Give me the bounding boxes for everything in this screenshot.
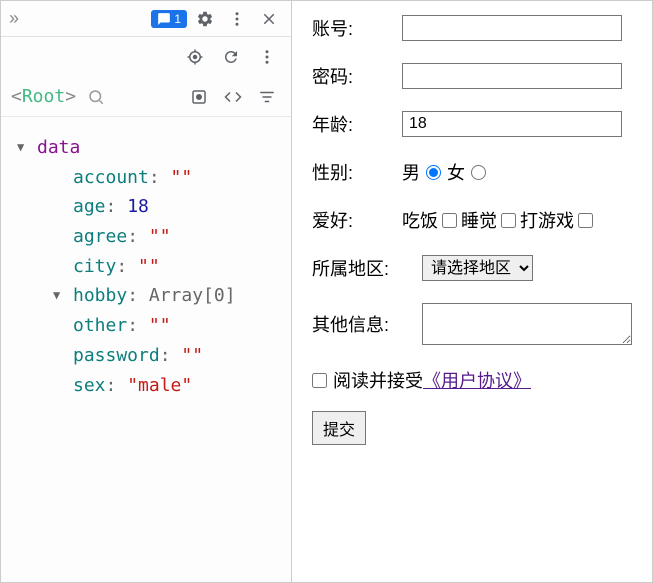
hobby-checkbox-group: 吃饭 睡觉 打游戏 — [402, 207, 593, 233]
tree-prop-sex[interactable]: sex: "male" — [73, 371, 281, 401]
more-tabs-chevron[interactable]: » — [9, 8, 19, 29]
hobby-sleep-label: 睡觉 — [461, 207, 497, 233]
devtools-toolbar-top: » 1 — [1, 1, 291, 37]
password-label: 密码: — [312, 63, 402, 89]
root-component-label[interactable]: <Root> — [11, 86, 76, 107]
hobby-game-label: 打游戏 — [520, 207, 574, 233]
password-input[interactable] — [402, 63, 622, 89]
hobby-eat-label: 吃饭 — [402, 207, 438, 233]
tree-data-node[interactable]: ▼ data — [17, 133, 281, 163]
devtools-toolbar-second — [1, 37, 291, 77]
settings-icon[interactable] — [191, 5, 219, 33]
region-label: 所属地区: — [312, 255, 422, 281]
sex-male-radio[interactable] — [426, 165, 441, 180]
tree-prop-hobby[interactable]: ▼ hobby: Array[0] — [53, 281, 281, 311]
tree-prop-password[interactable]: password: "" — [73, 341, 281, 371]
locate-icon[interactable] — [181, 43, 209, 71]
agree-checkbox[interactable] — [312, 373, 327, 388]
devtools-component-bar: <Root> — [1, 77, 291, 117]
age-input[interactable] — [402, 111, 622, 137]
other-row: 其他信息: — [312, 303, 632, 345]
agree-row: 阅读并接受 《用户协议》 — [312, 367, 632, 393]
message-badge[interactable]: 1 — [151, 10, 187, 28]
filter-icon[interactable] — [253, 83, 281, 111]
search-icon[interactable] — [82, 83, 110, 111]
refresh-icon[interactable] — [217, 43, 245, 71]
tree-prop-agree[interactable]: agree: "" — [73, 222, 281, 252]
password-row: 密码: — [312, 63, 632, 89]
account-row: 账号: — [312, 15, 632, 41]
devtools-panel: » 1 <Root> — [1, 1, 292, 582]
hobby-eat-checkbox[interactable] — [442, 213, 457, 228]
sex-label: 性别: — [312, 159, 402, 185]
tree-prop-other[interactable]: other: "" — [73, 311, 281, 341]
inspect-icon[interactable] — [185, 83, 213, 111]
hobby-game-checkbox[interactable] — [578, 213, 593, 228]
sex-male-label: 男 — [402, 159, 420, 185]
sex-radio-group: 男 女 — [402, 159, 486, 185]
age-label: 年龄: — [312, 111, 402, 137]
tree-prop-age[interactable]: age: 18 — [73, 192, 281, 222]
sex-row: 性别: 男 女 — [312, 159, 632, 185]
agreement-link[interactable]: 《用户协议》 — [423, 367, 531, 393]
message-icon — [157, 12, 171, 26]
close-icon[interactable] — [255, 5, 283, 33]
sex-female-label: 女 — [447, 159, 465, 185]
tree-prop-account[interactable]: account: "" — [73, 163, 281, 193]
submit-button[interactable]: 提交 — [312, 411, 366, 445]
data-tree: ▼ data account: "" age: 18 agree: "" cit… — [1, 117, 291, 410]
code-icon[interactable] — [219, 83, 247, 111]
hobby-label: 爱好: — [312, 207, 402, 233]
more-icon[interactable] — [223, 5, 251, 33]
age-row: 年龄: — [312, 111, 632, 137]
other-label: 其他信息: — [312, 311, 422, 337]
hobby-sleep-checkbox[interactable] — [501, 213, 516, 228]
hobby-row: 爱好: 吃饭 睡觉 打游戏 — [312, 207, 632, 233]
region-row: 所属地区: 请选择地区 — [312, 255, 632, 281]
collapse-arrow-icon: ▼ — [53, 286, 65, 306]
agree-text: 阅读并接受 — [333, 367, 423, 393]
expand-arrow-icon: ▼ — [17, 138, 29, 158]
message-count: 1 — [174, 12, 181, 26]
sex-female-radio[interactable] — [471, 165, 486, 180]
tree-prop-city[interactable]: city: "" — [73, 252, 281, 282]
account-label: 账号: — [312, 15, 402, 41]
kebab-icon[interactable] — [253, 43, 281, 71]
account-input[interactable] — [402, 15, 622, 41]
other-textarea[interactable] — [422, 303, 632, 345]
region-select[interactable]: 请选择地区 — [422, 255, 533, 281]
form-panel: 账号: 密码: 年龄: 性别: 男 女 爱好: 吃饭 睡觉 打游戏 所属地区: — [292, 1, 652, 582]
